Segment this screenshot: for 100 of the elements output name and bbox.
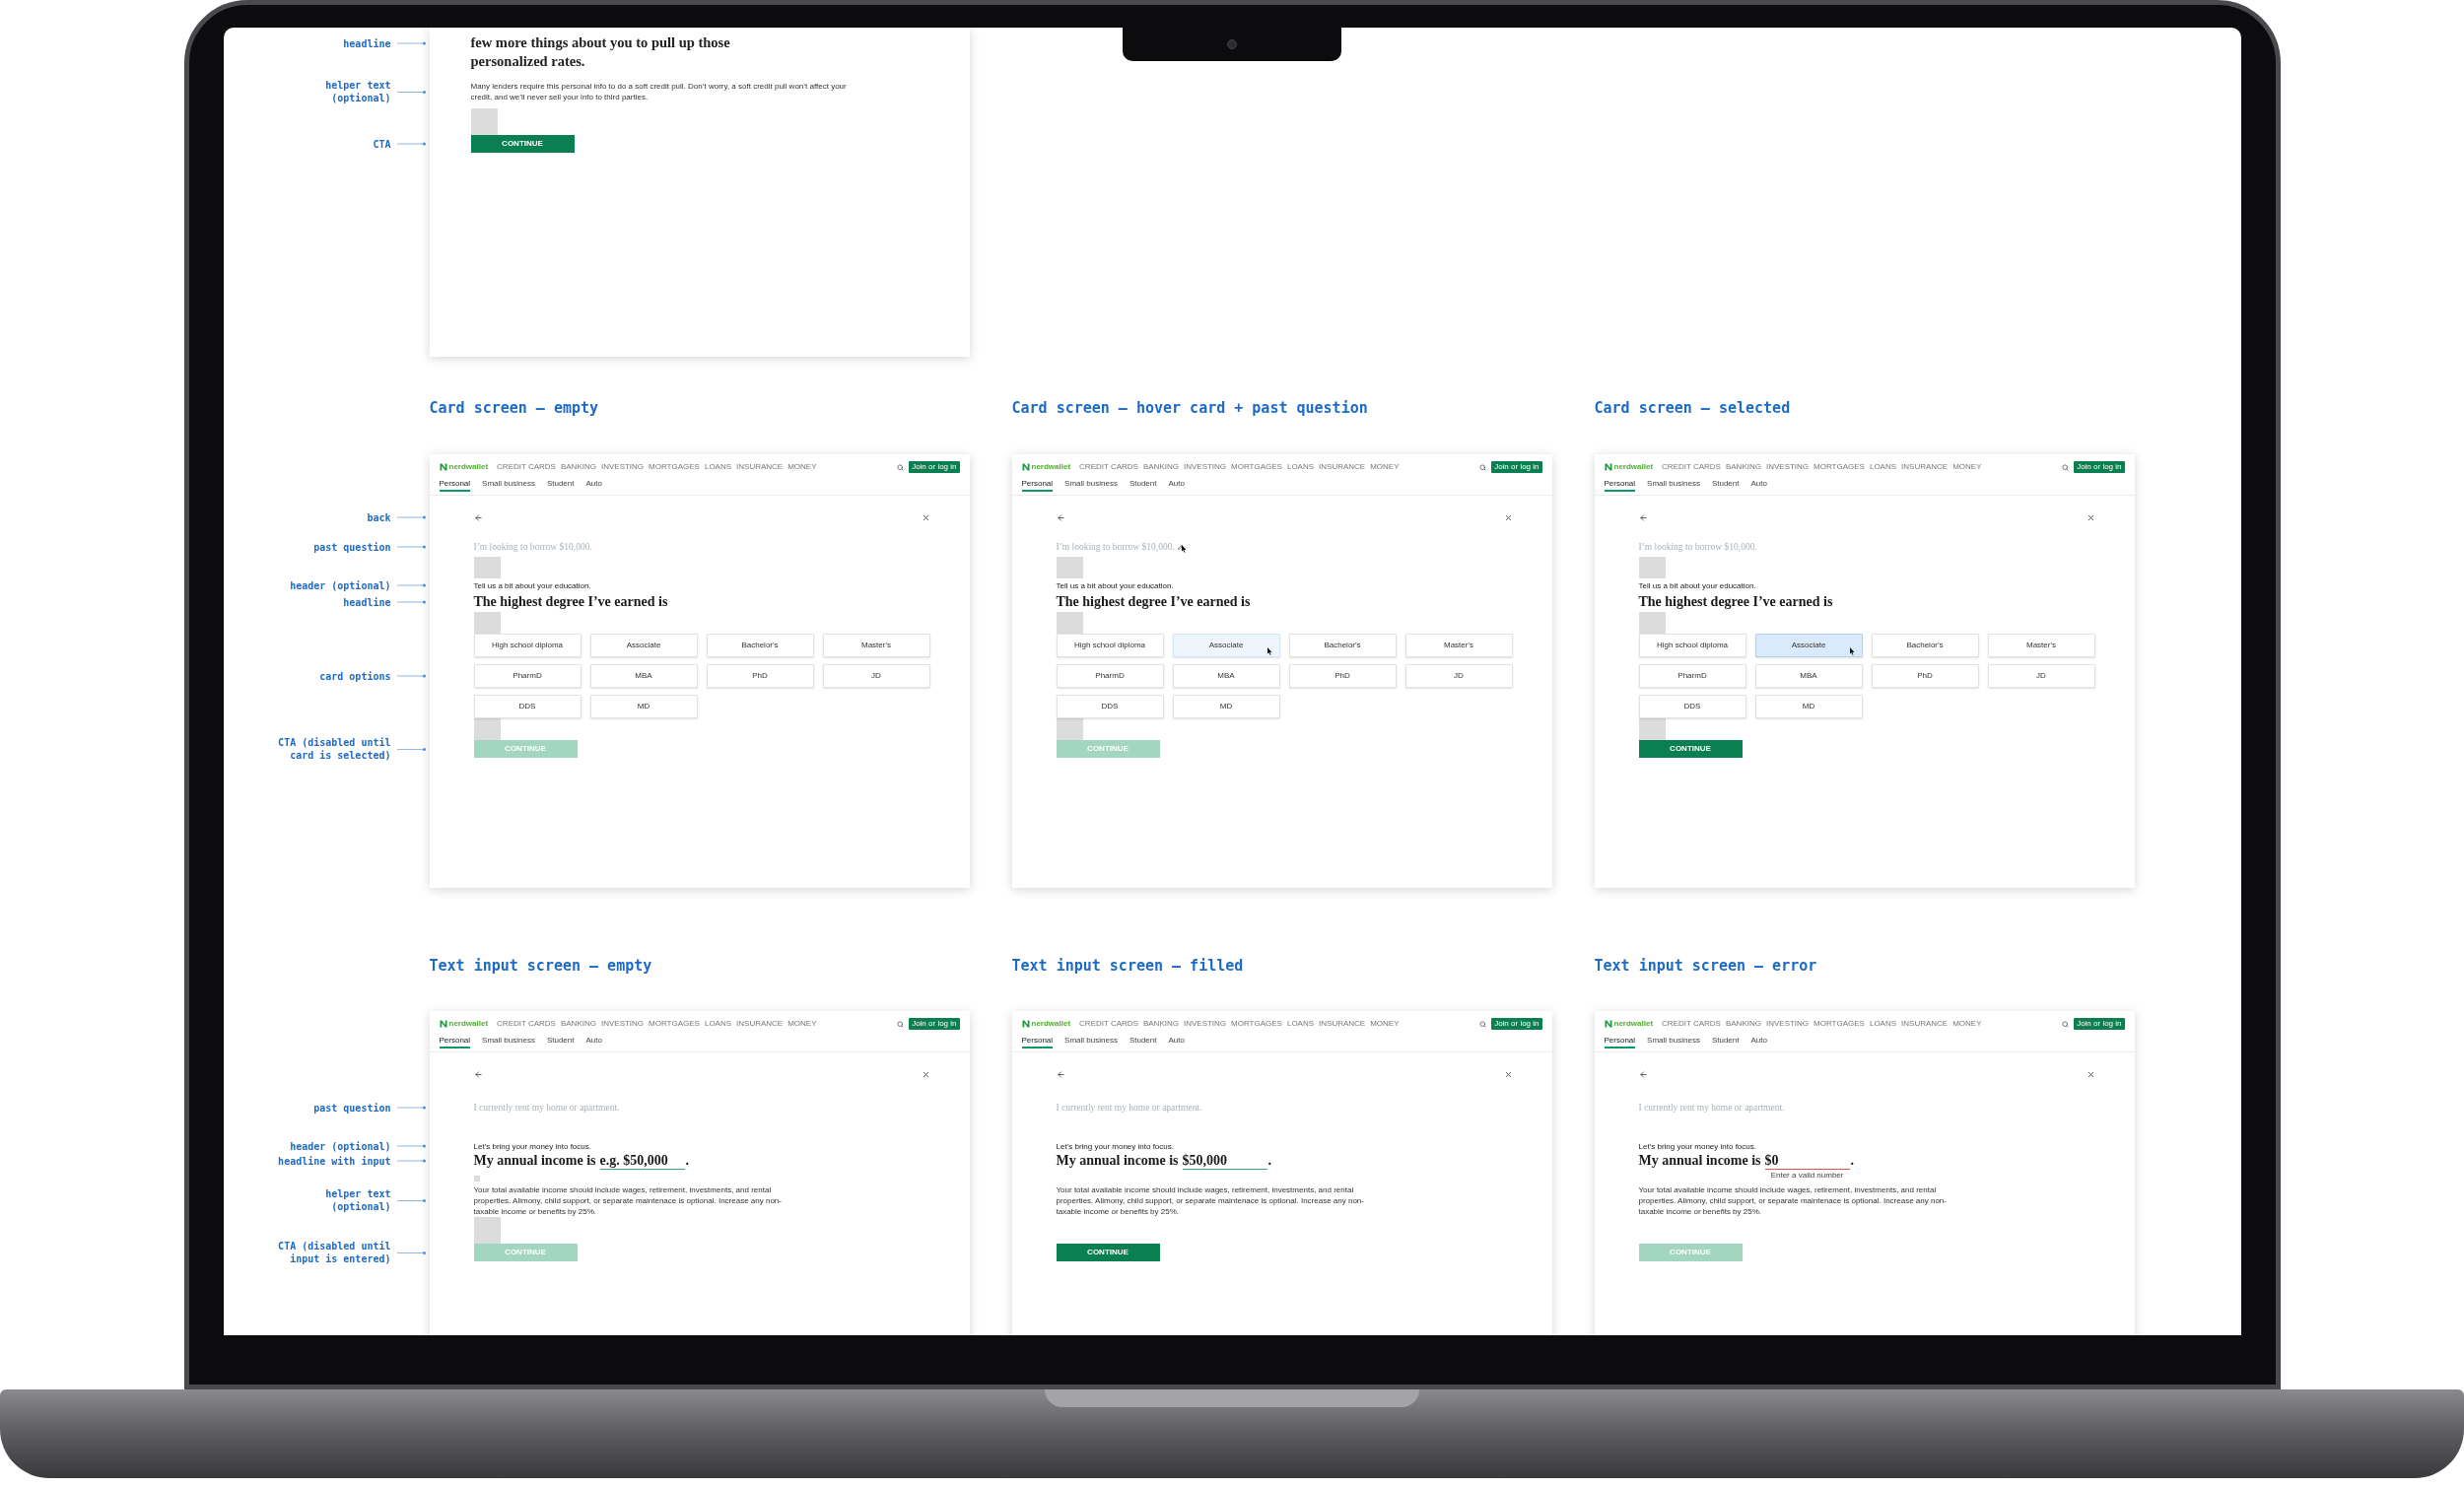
nav-link[interactable]: MONEY [787,461,817,473]
nav-link[interactable]: CREDIT CARDS [497,1018,556,1030]
nav-link[interactable]: INVESTING [1183,1018,1227,1030]
option-card[interactable]: PhD [706,664,814,688]
option-card[interactable]: MD [1172,695,1280,718]
nav-tab[interactable]: Personal [1021,478,1054,492]
nav-tab[interactable]: Auto [585,478,602,492]
nav-tab[interactable]: Personal [439,1035,471,1048]
option-card[interactable]: JD [1404,664,1513,688]
income-input[interactable]: $50,000 [1182,1152,1267,1170]
close-icon[interactable] [2086,1069,2095,1079]
close-icon[interactable] [921,512,930,522]
nav-tab[interactable]: Small business [1647,478,1700,492]
nav-link[interactable]: INSURANCE [736,1018,784,1030]
option-card[interactable]: DDS [473,695,582,718]
nav-link[interactable]: MONEY [787,1018,817,1030]
continue-button[interactable]: CONTINUE [1638,740,1743,758]
option-card[interactable]: High school diploma [473,634,582,657]
search-icon[interactable] [1479,463,1487,471]
nav-link[interactable]: LOANS [704,1018,732,1030]
income-input[interactable]: $0 [1764,1152,1850,1170]
option-card[interactable]: PhD [1871,664,1979,688]
nav-tab[interactable]: Personal [1604,478,1636,492]
nav-link[interactable]: CREDIT CARDS [1662,461,1721,473]
search-icon[interactable] [2062,1020,2070,1028]
nav-link[interactable]: LOANS [1869,1018,1897,1030]
nav-link[interactable]: MORTGAGES [649,1018,700,1030]
nav-link[interactable]: INSURANCE [1319,461,1366,473]
nav-tab[interactable]: Student [1129,478,1157,492]
close-icon[interactable] [1503,512,1513,522]
login-button[interactable]: Join or log in [1491,1018,1542,1030]
nav-link[interactable]: MONEY [1370,1018,1400,1030]
option-card[interactable]: Associate [1172,634,1280,657]
back-arrow-icon[interactable] [1638,512,1648,522]
nav-link[interactable]: MORTGAGES [1231,1018,1282,1030]
nav-link[interactable]: LOANS [1869,461,1897,473]
login-button[interactable]: Join or log in [909,1018,960,1030]
option-card[interactable]: MBA [1754,664,1863,688]
nav-tab[interactable]: Student [1129,1035,1157,1048]
nav-link[interactable]: LOANS [1286,461,1315,473]
nav-link[interactable]: INVESTING [1765,1018,1810,1030]
nav-link[interactable]: MORTGAGES [649,461,700,473]
nav-tab[interactable]: Personal [1604,1035,1636,1048]
nav-link[interactable]: INSURANCE [736,461,784,473]
nav-tab[interactable]: Student [546,478,575,492]
continue-button[interactable]: CONTINUE [1056,1244,1160,1261]
option-card[interactable]: MBA [1172,664,1280,688]
close-icon[interactable] [2086,512,2095,522]
login-button[interactable]: Join or log in [1491,461,1542,473]
close-icon[interactable] [921,1069,930,1079]
nav-tab[interactable]: Small business [482,478,535,492]
nav-link[interactable]: MONEY [1952,461,1982,473]
nav-tab[interactable]: Student [1711,478,1740,492]
login-button[interactable]: Join or log in [2074,1018,2125,1030]
nav-link[interactable]: BANKING [560,461,596,473]
nav-tab[interactable]: Auto [585,1035,602,1048]
search-icon[interactable] [897,463,905,471]
option-card[interactable]: PhD [1288,664,1397,688]
nav-link[interactable]: INSURANCE [1319,1018,1366,1030]
option-card[interactable]: MD [1754,695,1863,718]
option-card[interactable]: Associate [1754,634,1863,657]
nav-link[interactable]: BANKING [1142,461,1179,473]
nav-tab[interactable]: Personal [439,478,471,492]
back-arrow-icon[interactable] [1056,1069,1065,1079]
nav-tab[interactable]: Auto [1168,1035,1185,1048]
income-input[interactable]: e.g. $50,000 [599,1152,685,1170]
nav-tab[interactable]: Student [546,1035,575,1048]
option-card[interactable]: DDS [1056,695,1164,718]
option-card[interactable]: Master's [1987,634,2095,657]
nav-tab[interactable]: Personal [1021,1035,1054,1048]
option-card[interactable]: High school diploma [1056,634,1164,657]
continue-button[interactable]: CONTINUE [470,135,575,153]
option-card[interactable]: Bachelor's [1871,634,1979,657]
search-icon[interactable] [897,1020,905,1028]
nav-link[interactable]: MORTGAGES [1814,1018,1865,1030]
nav-link[interactable]: MONEY [1370,461,1400,473]
nav-link[interactable]: INVESTING [600,1018,645,1030]
option-card[interactable]: MBA [589,664,698,688]
nav-link[interactable]: LOANS [1286,1018,1315,1030]
option-card[interactable]: JD [1987,664,2095,688]
nav-link[interactable]: CREDIT CARDS [497,461,556,473]
option-card[interactable]: Bachelor's [706,634,814,657]
search-icon[interactable] [1479,1020,1487,1028]
nav-tab[interactable]: Student [1711,1035,1740,1048]
back-arrow-icon[interactable] [473,512,483,522]
nav-link[interactable]: MORTGAGES [1231,461,1282,473]
nav-link[interactable]: BANKING [1725,461,1761,473]
option-card[interactable]: PharmD [473,664,582,688]
nav-tab[interactable]: Auto [1750,1035,1767,1048]
nav-link[interactable]: INSURANCE [1901,461,1949,473]
back-arrow-icon[interactable] [1056,512,1065,522]
nav-tab[interactable]: Small business [482,1035,535,1048]
nav-link[interactable]: CREDIT CARDS [1079,1018,1138,1030]
nav-link[interactable]: BANKING [1725,1018,1761,1030]
nav-link[interactable]: LOANS [704,461,732,473]
nav-tab[interactable]: Small business [1647,1035,1700,1048]
nav-link[interactable]: BANKING [1142,1018,1179,1030]
nav-tab[interactable]: Auto [1168,478,1185,492]
option-card[interactable]: Bachelor's [1288,634,1397,657]
nav-link[interactable]: CREDIT CARDS [1079,461,1138,473]
